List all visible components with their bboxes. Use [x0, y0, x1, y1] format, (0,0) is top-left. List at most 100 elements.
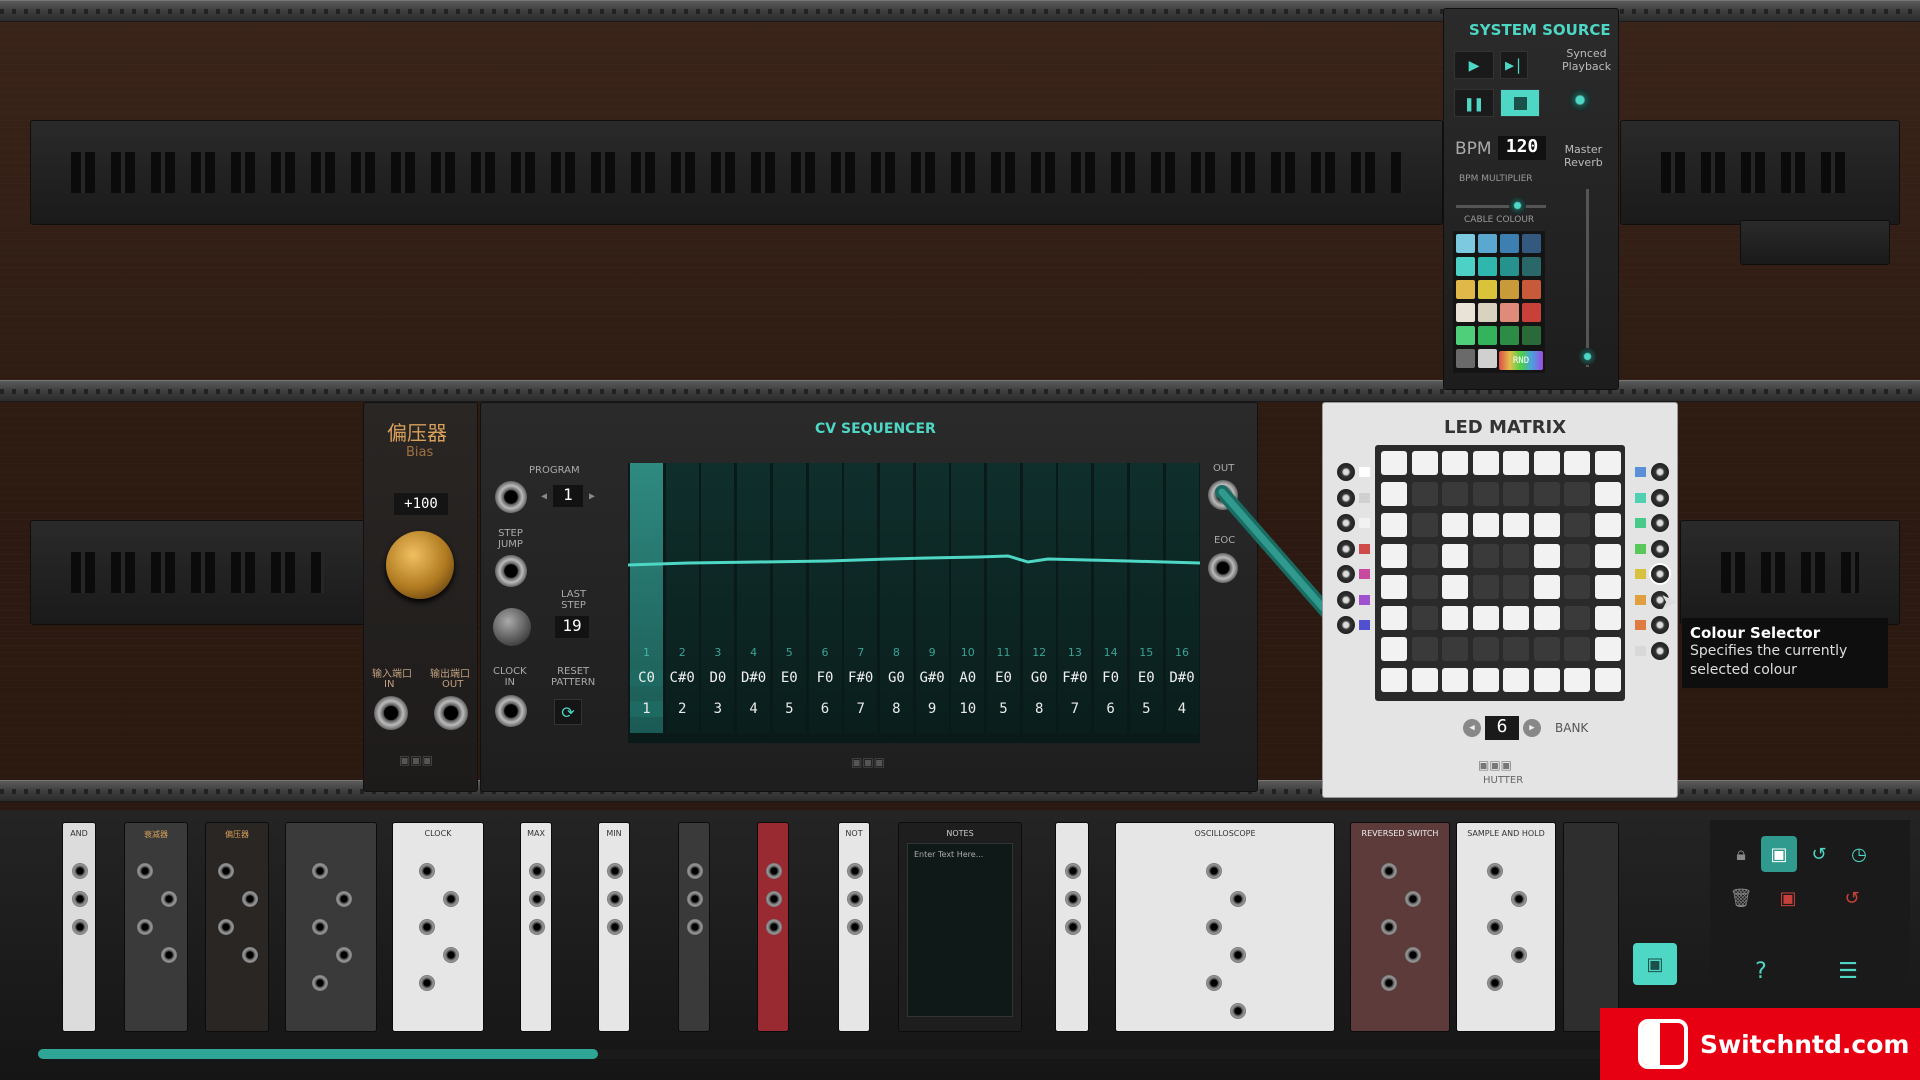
tray-module[interactable]: [285, 822, 377, 1032]
colour-selector[interactable]: [1651, 565, 1669, 583]
add-module-button[interactable]: ▣: [1633, 943, 1677, 985]
led-cell[interactable]: [1564, 606, 1590, 630]
led-cell[interactable]: [1472, 482, 1499, 506]
led-row-selector[interactable]: [1337, 514, 1355, 532]
led-cell[interactable]: [1503, 513, 1529, 537]
cable-colour-swatch[interactable]: [1500, 280, 1519, 299]
led-cell[interactable]: [1533, 544, 1560, 568]
cable-colour-swatch[interactable]: [1456, 280, 1475, 299]
led-cell[interactable]: [1411, 668, 1438, 692]
led-cell[interactable]: [1503, 544, 1529, 568]
help-button[interactable]: ?: [1743, 953, 1779, 989]
tray-module[interactable]: [1563, 822, 1619, 1032]
led-cell[interactable]: [1442, 451, 1468, 475]
led-cell[interactable]: [1503, 606, 1529, 630]
led-cell[interactable]: [1533, 482, 1560, 506]
cable-colour-swatch[interactable]: [1478, 257, 1497, 276]
led-cell[interactable]: [1411, 482, 1438, 506]
led-cell[interactable]: [1594, 668, 1621, 692]
led-cell[interactable]: [1381, 606, 1407, 630]
led-cell[interactable]: [1442, 482, 1468, 506]
led-cell[interactable]: [1442, 668, 1468, 692]
led-cell[interactable]: [1442, 637, 1468, 661]
led-cell[interactable]: [1533, 513, 1560, 537]
bank-next-button[interactable]: ▶: [1523, 719, 1541, 737]
cable-colour-swatch[interactable]: [1500, 303, 1519, 322]
tray-module[interactable]: NOTES Enter Text Here...: [898, 822, 1022, 1032]
led-cell[interactable]: [1442, 513, 1468, 537]
led-cell[interactable]: [1411, 451, 1438, 475]
tray-module[interactable]: [757, 822, 789, 1032]
led-cell[interactable]: [1594, 637, 1621, 661]
led-cell[interactable]: [1381, 451, 1407, 475]
colour-selector[interactable]: [1651, 514, 1669, 532]
program-next-button[interactable]: ▶: [585, 489, 599, 503]
led-cell[interactable]: [1381, 637, 1407, 661]
random-colour-button[interactable]: RND: [1499, 351, 1543, 370]
tray-module[interactable]: 偏压器: [205, 822, 269, 1032]
reset-pattern-button[interactable]: ⟳: [554, 699, 582, 725]
pause-button[interactable]: ❚❚: [1454, 89, 1494, 117]
cable-colour-swatch[interactable]: [1522, 257, 1541, 276]
led-cell[interactable]: [1472, 606, 1499, 630]
led-cell[interactable]: [1442, 544, 1468, 568]
tray-module[interactable]: AND: [62, 822, 96, 1032]
tray-module[interactable]: CLOCK: [392, 822, 484, 1032]
led-cell[interactable]: [1472, 637, 1499, 661]
cable-colour-swatch[interactable]: [1500, 257, 1519, 276]
led-cell[interactable]: [1533, 606, 1560, 630]
led-cell[interactable]: [1472, 544, 1499, 568]
led-row-selector[interactable]: [1337, 616, 1355, 634]
cable-colour-swatch[interactable]: [1478, 234, 1497, 253]
tray-module[interactable]: NOT: [838, 822, 870, 1032]
colour-selector[interactable]: [1651, 616, 1669, 634]
led-cell[interactable]: [1533, 451, 1560, 475]
led-cell[interactable]: [1564, 482, 1590, 506]
led-row-selector[interactable]: [1337, 488, 1355, 507]
bpm-value[interactable]: 120: [1498, 136, 1546, 160]
cable-colour-swatch[interactable]: [1522, 326, 1541, 345]
cable-colour-swatch[interactable]: [1478, 280, 1497, 299]
synced-playback-toggle[interactable]: [1569, 89, 1591, 111]
delete-module-button[interactable]: ▣: [1770, 880, 1806, 916]
cable-mode-button[interactable]: ↺: [1801, 836, 1837, 872]
program-jack[interactable]: [495, 481, 527, 513]
led-row-selector[interactable]: [1337, 463, 1355, 481]
cable-colour-swatch[interactable]: [1456, 349, 1475, 368]
cable-colour-swatch[interactable]: [1456, 303, 1475, 322]
led-cell[interactable]: [1472, 451, 1499, 475]
cable-colour-swatch[interactable]: [1478, 326, 1497, 345]
led-cell[interactable]: [1442, 606, 1468, 630]
led-cell[interactable]: [1564, 637, 1590, 661]
delete-button[interactable]: 🗑︎: [1723, 880, 1759, 916]
led-cell[interactable]: [1503, 637, 1529, 661]
led-cell[interactable]: [1594, 544, 1621, 568]
led-cell[interactable]: [1381, 513, 1407, 537]
tray-scrollbar[interactable]: [38, 1049, 598, 1059]
led-row-selector[interactable]: [1337, 539, 1355, 558]
bank-prev-button[interactable]: ◀: [1463, 719, 1481, 737]
cable-colour-swatch[interactable]: [1500, 326, 1519, 345]
cable-colour-swatch[interactable]: [1522, 234, 1541, 253]
led-cell[interactable]: [1503, 575, 1529, 599]
led-cell[interactable]: [1381, 544, 1407, 568]
master-reverb-slider-handle[interactable]: [1579, 348, 1596, 365]
cable-colour-swatch[interactable]: [1522, 303, 1541, 322]
led-cell[interactable]: [1564, 544, 1590, 568]
led-cell[interactable]: [1411, 544, 1438, 568]
led-cell[interactable]: [1594, 575, 1621, 599]
led-cell[interactable]: [1564, 451, 1590, 475]
colour-selector[interactable]: [1651, 463, 1669, 481]
led-cell[interactable]: [1503, 451, 1529, 475]
tray-module[interactable]: [678, 822, 710, 1032]
led-cell[interactable]: [1411, 637, 1438, 661]
led-cell[interactable]: [1442, 575, 1468, 599]
tray-module[interactable]: MAX: [520, 822, 552, 1032]
bias-in-jack[interactable]: [374, 696, 408, 730]
led-cell[interactable]: [1533, 575, 1560, 599]
led-row-selector[interactable]: [1337, 590, 1355, 609]
led-cell[interactable]: [1564, 575, 1590, 599]
cable-colour-swatch[interactable]: [1456, 326, 1475, 345]
led-cell[interactable]: [1411, 575, 1438, 599]
bias-knob[interactable]: [386, 531, 454, 599]
